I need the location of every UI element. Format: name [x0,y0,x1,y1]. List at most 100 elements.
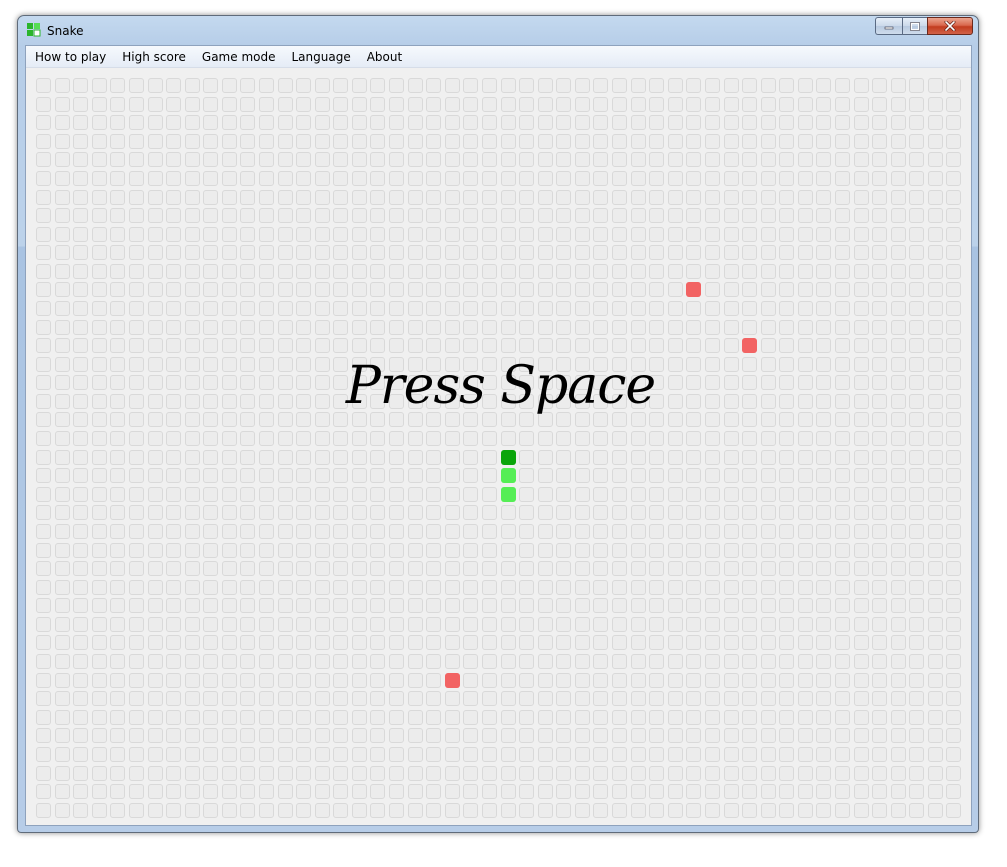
grid-cell [760,245,776,261]
grid-cell [760,616,776,632]
grid-cell [816,709,832,725]
grid-cell [909,468,925,484]
grid-cell [742,208,757,224]
menu-game-mode[interactable]: Game mode [194,48,284,66]
grid-cell [890,226,906,242]
grid-cell [946,189,962,205]
grid-cell [36,505,51,521]
grid-cell [816,431,832,446]
grid-cell [742,635,757,651]
grid-cell [853,152,869,168]
grid-cell [407,263,423,279]
grid-cell [277,189,293,205]
grid-cell [221,709,237,725]
grid-cell [444,542,460,558]
grid-cell [519,431,535,446]
grid-cell [110,245,126,261]
grid-cell [389,691,404,707]
grid-cell [519,468,535,484]
title-bar[interactable]: Snake [18,16,978,46]
grid-cell [203,746,219,762]
maximize-button[interactable] [902,17,927,35]
menu-how-to-play[interactable]: How to play [27,48,114,66]
grid-cell [834,96,850,112]
grid-cell [370,245,386,261]
grid-cell [147,189,163,205]
grid-cell [890,189,906,205]
grid-cell [221,189,237,205]
grid-cell [73,486,89,502]
grid-cell [91,78,107,93]
grid-cell [797,654,813,669]
grid-cell [909,505,925,521]
grid-cell [370,338,386,354]
grid-cell [649,226,665,242]
grid-cell [649,654,665,669]
grid-cell [593,616,609,632]
grid-cell [649,802,665,818]
grid-cell [779,189,795,205]
grid-cell [779,654,795,669]
grid-cell [742,133,757,149]
menu-about[interactable]: About [359,48,410,66]
grid-cell [426,598,442,614]
grid-cell [128,431,144,446]
grid-cell [426,505,442,521]
grid-cell [110,672,126,688]
grid-cell [946,784,962,799]
grid-cell [370,319,386,335]
grid-cell [296,133,312,149]
grid-cell [704,78,720,93]
grid-cell [946,616,962,632]
grid-cell [537,115,553,131]
grid-cell [686,263,702,279]
grid-cell [463,672,479,688]
grid-cell [890,208,906,224]
grid-cell [723,486,739,502]
grid-cell [240,765,256,781]
grid-cell [704,616,720,632]
grid-cell [259,468,274,484]
grid-cell [128,542,144,558]
grid-cell [779,152,795,168]
grid-cell [667,226,683,242]
grid-cell [927,338,943,354]
grid-cell [519,579,535,595]
grid-cell [128,523,144,539]
grid-cell [36,691,51,707]
grid-cell [54,802,70,818]
menu-high-score[interactable]: High score [114,48,194,66]
grid-cell [203,245,219,261]
minimize-button[interactable] [875,17,902,35]
grid-cell [797,579,813,595]
grid-cell [649,152,665,168]
grid-cell [389,616,404,632]
grid-cell [389,449,404,465]
grid-cell [649,542,665,558]
grid-cell [91,208,107,224]
grid-cell [314,319,330,335]
grid-cell [463,263,479,279]
grid-cell [872,505,888,521]
grid-cell [389,189,404,205]
grid-cell [221,616,237,632]
menu-language[interactable]: Language [283,48,358,66]
grid-cell [463,784,479,799]
grid-cell [797,598,813,614]
grid-cell [612,505,627,521]
grid-cell [128,170,144,186]
grid-cell [649,170,665,186]
grid-cell [779,115,795,131]
grid-cell [481,523,497,539]
grid-cell [574,133,590,149]
grid-cell [797,765,813,781]
grid-cell [779,208,795,224]
close-button[interactable] [927,17,973,35]
game-board[interactable]: Press Space [36,78,965,819]
grid-cell [946,245,962,261]
grid-cell [314,746,330,762]
grid-cell [723,319,739,335]
grid-cell [853,263,869,279]
grid-cell [166,728,182,744]
grid-cell [370,635,386,651]
